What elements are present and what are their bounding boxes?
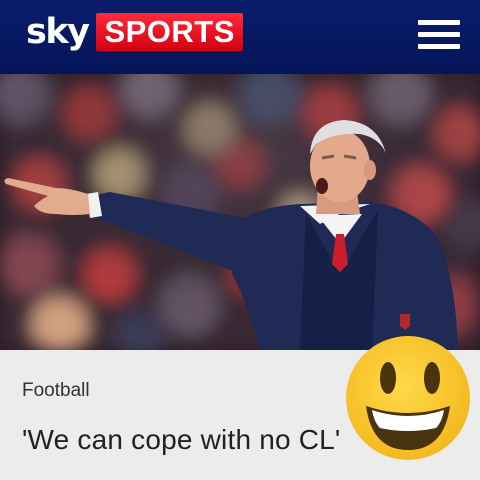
logo-sky-text: sky [26, 12, 90, 52]
hero-photo [0, 74, 480, 350]
article-headline[interactable]: 'We can cope with no CL' [22, 424, 340, 456]
article-category[interactable]: Football [22, 380, 90, 402]
logo-sports-text: SPORTS [96, 13, 243, 51]
article-hero-image[interactable] [0, 74, 480, 350]
sky-sports-logo[interactable]: sky SPORTS [24, 13, 243, 51]
grinning-face-icon [344, 334, 472, 462]
top-nav-bar: sky SPORTS [0, 0, 480, 74]
hamburger-menu-icon[interactable] [418, 20, 460, 50]
